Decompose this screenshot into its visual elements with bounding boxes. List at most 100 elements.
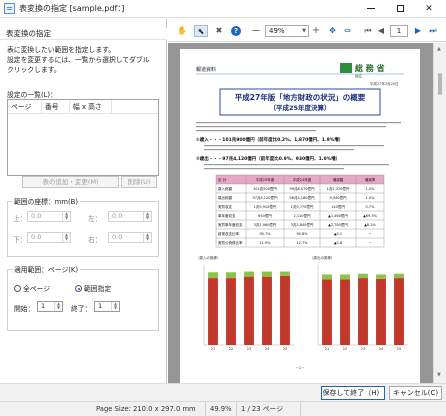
doc-title-line2: （平成25年度決算） [269,103,330,112]
table-cell: 1兆9,910億円 [254,204,277,209]
chart-left-label: （歳入の推移） [196,255,221,260]
page-content: 報道資料 総 務 省 MIC 平成27年3月20日 平成27年版「地方財政の状況… [196,63,408,370]
maximize-button[interactable] [385,0,415,18]
status-page-size: Page Size: 210.0 x 297.0 mm [96,405,196,413]
table-cell: － [368,241,372,245]
all-pages-radio[interactable]: 全ページ [14,283,50,293]
zoom-select[interactable]: 49% ▼ [265,25,309,37]
cancel-button[interactable]: キャンセル(C) [389,386,442,400]
table-cell: 3兆3,840億円 [291,222,314,227]
chart-bar [244,271,254,277]
delete-region-icon[interactable]: ✖ [213,25,225,37]
spin-down-icon[interactable]: ▼ [64,216,69,220]
previous-page-icon[interactable]: ◀ [376,25,386,37]
hand-tool-icon[interactable]: ✋ [176,25,188,37]
description-line: 表に変換したい範囲を指定します。 [7,46,116,54]
add-change-table-button[interactable]: 表の追加・変更(M) [22,176,119,188]
table-cell: ▲0.1 [334,232,342,236]
table-cell: 0.7% [366,205,376,209]
vertical-scrollbar[interactable]: ▲ ▼ [433,43,446,383]
x-tick-label: 25 [397,347,401,351]
chart-bar [358,278,368,345]
summary-table: 区 分 平成25年度 平成24年度 増減額 増減率歳入総額 101兆900億円 99兆8,5… [215,174,385,248]
bottom-coordinate-value: 0.0 [31,233,42,241]
zoom-in-icon[interactable]: + [311,25,321,37]
x-tick-label: 23 [361,347,365,351]
note-lines [196,122,401,132]
spin-down-icon[interactable]: ▼ [113,306,118,310]
zoom-value: 49% [269,27,285,35]
chart-bar [262,276,272,345]
x-tick-label: 22 [229,347,233,351]
page-range-radio[interactable]: 範囲指定 [75,283,111,293]
chart-bar [280,275,290,345]
delete-button[interactable]: 削除(U) [121,176,157,188]
close-button[interactable]: ✕ [414,0,444,18]
column-header-page[interactable]: ページ [8,100,42,113]
chart-bar [280,271,290,276]
table-cell: 101兆900億円 [253,186,277,191]
top-label: 上： [13,215,27,223]
table-cell: 11.9% [259,241,271,245]
fit-page-icon[interactable]: ✥ [327,25,338,37]
table-cell: 2,110億円 [293,213,311,218]
scroll-down-icon[interactable]: ▼ [437,372,441,378]
viewer-toolbar: ✋ ⬉ ✖ ? − 49% ▼ + ✥ ⇔ ⏮ ◀ 1 ▶ ⏭ [168,19,446,42]
chart-bar [244,276,254,345]
first-page-icon[interactable]: ⏮ [363,25,373,37]
page-number-input[interactable]: 1 [390,25,408,37]
last-page-icon[interactable]: ⏭ [427,25,439,37]
scrollbar-thumb[interactable] [438,73,442,95]
table-cell: 経常収支比率 [218,231,239,236]
top-coordinate-value: 0.0 [31,212,42,220]
doc-header-left: 報道資料 [196,66,216,73]
ministry-en: MIC [355,74,363,79]
left-coordinate-input[interactable]: 0.0 ▲ ▼ [108,211,152,222]
top-coordinate-input[interactable]: 0.0 ▲ ▼ [27,211,71,222]
table-cell: 実質収支 [218,204,232,209]
chart-bar [226,272,236,279]
select-tool-icon[interactable]: ⬉ [194,25,208,37]
next-page-icon[interactable]: ▶ [413,25,423,37]
window-title: 表変換の指定 [sample.pdf：] [19,4,125,13]
help-icon[interactable]: ? [230,25,242,37]
spin-down-icon[interactable]: ▼ [56,306,61,310]
status-zoom: 49.9% [205,402,232,416]
minimize-button[interactable] [356,0,386,18]
fit-width-icon[interactable]: ⇔ [342,25,353,37]
bottom-coordinate-input[interactable]: 0.0 ▲ ▼ [27,232,71,243]
spin-down-icon[interactable]: ▼ [145,216,150,220]
table-header-cell: 増減率 [365,177,376,182]
x-tick-label: 21 [325,347,329,351]
settings-list[interactable]: ページ 番号 幅 x 高さ [7,99,159,176]
right-label: 右： [88,236,102,244]
range-coordinates-group: 範囲の座標：mm(B) 上： 0.0 ▲ ▼ 左： 0.0 ▲ ▼ 下： 0.0 ▲… [7,196,159,257]
chart-bar [322,279,332,345]
pdf-page[interactable]: 報道資料 総 務 省 MIC 平成27年3月20日 平成27年版「地方財政の状況… [180,49,420,383]
section-expenditure: ②歳出・・・97兆4,120億円（前年度比0.9%、930億円、1.0%増） [196,155,340,162]
chart-bar [226,278,236,345]
save-and-exit-button[interactable]: 保存して終了（H） [321,386,385,400]
spin-down-icon[interactable]: ▼ [64,237,69,241]
column-header-size[interactable]: 幅 x 高さ [70,100,112,113]
bottom-label: 下： [13,236,27,244]
column-header-number[interactable]: 番号 [42,100,70,113]
chart-bar [394,273,404,279]
status-page-count: 1 / 23 ページ [236,402,283,416]
table-cell: 97兆4,120億円 [253,195,278,200]
table-cell: 650億円 [258,213,272,218]
section-revenue-body [204,145,384,151]
chart-bar [340,279,350,345]
document-viewer[interactable]: 報道資料 総 務 省 MIC 平成27年3月20日 平成27年版「地方財政の状況… [168,43,433,383]
start-page-input[interactable]: 1 ▲ ▼ [37,301,63,312]
zoom-out-icon[interactable]: − [250,25,262,37]
chart-bar [376,278,386,345]
chart-bar [358,273,368,279]
table-cell: ▲1,460億円 [328,213,348,218]
end-page-input[interactable]: 1 ▲ ▼ [94,301,120,312]
scroll-up-icon[interactable]: ▲ [437,46,441,52]
spin-down-icon[interactable]: ▼ [145,237,150,241]
x-tick-label: 22 [343,347,347,351]
right-coordinate-input[interactable]: 0.0 ▲ ▼ [108,232,152,243]
table-cell: ▲69.3% [363,214,377,218]
